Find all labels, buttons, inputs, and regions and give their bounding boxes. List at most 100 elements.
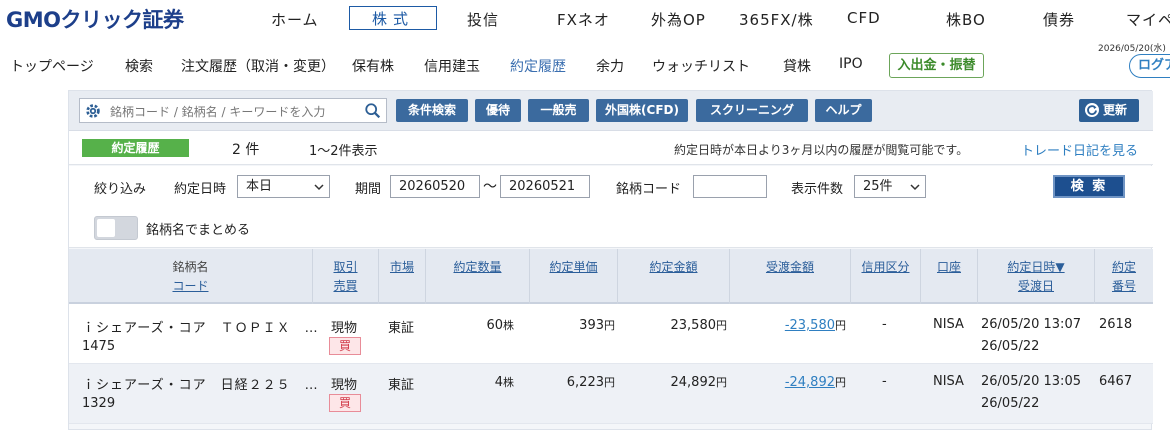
top-nav-fx-option[interactable]: 外為OP bbox=[651, 9, 706, 30]
execution-history-panel: 銘柄コード / 銘柄名 / キーワードを入力 条件検索 優待 一般売 外国株(C… bbox=[68, 90, 1153, 430]
per-page-value: 25件 bbox=[863, 179, 893, 194]
col-name-code: 銘柄名 コード bbox=[69, 249, 313, 304]
deposit-transfer-button[interactable]: 入出金・振替 bbox=[889, 53, 984, 78]
execution-date-value: 本日 bbox=[246, 179, 273, 194]
benefits-button[interactable]: 優待 bbox=[475, 99, 521, 122]
col-trade-type[interactable]: 取引 bbox=[313, 258, 378, 275]
col-amount-label[interactable]: 約定金額 bbox=[618, 258, 729, 275]
row-amount-unit: 円 bbox=[716, 376, 727, 389]
row-settle: -24,892円 bbox=[785, 374, 846, 390]
period-label: 期間 bbox=[355, 182, 382, 197]
per-page-select[interactable]: 25件 bbox=[854, 175, 926, 198]
sub-nav-ipo[interactable]: IPO bbox=[839, 56, 863, 72]
sub-nav-execution-history[interactable]: 約定履歴 bbox=[510, 56, 566, 76]
row-name[interactable]: ｉシェアーズ・コア ＴＯＰＩＸ … bbox=[82, 317, 319, 336]
col-settle-date-label[interactable]: 受渡日 bbox=[978, 277, 1094, 294]
col-price-label[interactable]: 約定単価 bbox=[530, 258, 617, 275]
help-button[interactable]: ヘルプ bbox=[815, 99, 872, 122]
col-settle-label[interactable]: 受渡金額 bbox=[730, 258, 850, 275]
col-credit-label[interactable]: 信用区分 bbox=[851, 258, 920, 275]
row-price: 6,223円 bbox=[567, 374, 615, 390]
row-qty: 60株 bbox=[486, 317, 514, 333]
screening-button[interactable]: スクリーニング bbox=[696, 99, 808, 122]
sub-nav-buying-power[interactable]: 余力 bbox=[596, 56, 624, 76]
period-separator: 〜 bbox=[483, 179, 497, 195]
trade-diary-link[interactable]: トレード日記を見る bbox=[1021, 140, 1138, 159]
top-nav-cfd[interactable]: CFD bbox=[847, 9, 881, 27]
row-price-value: 6,223 bbox=[566, 375, 604, 390]
row-settle-link[interactable]: -24,892 bbox=[785, 375, 835, 390]
search-icon[interactable] bbox=[364, 102, 382, 120]
row-settle-link[interactable]: -23,580 bbox=[785, 318, 835, 333]
foreign-stock-cfd-button[interactable]: 外国株(CFD) bbox=[596, 99, 688, 122]
col-account[interactable]: 口座 bbox=[921, 249, 978, 304]
row-qty-value: 60 bbox=[486, 318, 503, 333]
col-name: 銘柄名 bbox=[172, 260, 209, 274]
table-header: 銘柄名 コード 取引 売買 市場 約定数量 約定単価 約定金額 受渡金額 信用区… bbox=[69, 249, 1153, 304]
group-by-name-toggle[interactable] bbox=[94, 216, 138, 240]
top-nav-mypage[interactable]: マイペ bbox=[1126, 9, 1170, 30]
sub-nav-order-history[interactable]: 注文履歴（取消・変更） bbox=[181, 56, 335, 76]
logout-button[interactable]: ログア bbox=[1129, 54, 1170, 78]
col-settle[interactable]: 受渡金額 bbox=[730, 249, 851, 304]
chevron-down-icon bbox=[314, 184, 324, 191]
col-market[interactable]: 市場 bbox=[379, 249, 426, 304]
gear-icon[interactable] bbox=[84, 102, 102, 120]
row-amount-value: 23,580 bbox=[670, 318, 717, 333]
sub-nav-search[interactable]: 検索 bbox=[125, 56, 153, 76]
top-nav-fx-neo[interactable]: FXネオ bbox=[557, 9, 610, 30]
sub-nav-watchlist[interactable]: ウォッチリスト bbox=[652, 56, 750, 76]
top-nav-bonds[interactable]: 債券 bbox=[1043, 9, 1075, 30]
symbol-code-input[interactable] bbox=[693, 175, 767, 198]
period-from-input[interactable]: 20260520 bbox=[390, 175, 480, 198]
row-datetime: 26/05/20 13:05 bbox=[981, 374, 1081, 389]
top-nav-home[interactable]: ホーム bbox=[271, 9, 319, 30]
row-amount: 23,580円 bbox=[671, 317, 728, 333]
sub-nav-stock-lending[interactable]: 貸株 bbox=[783, 56, 811, 76]
row-number: 2618 bbox=[1099, 317, 1133, 332]
table-row: ｉシェアーズ・コア ＴＯＰＩＸ … 1475 現物 買 東証 60株 393円 … bbox=[69, 304, 1153, 364]
sub-nav-holdings[interactable]: 保有株 bbox=[352, 56, 394, 76]
condition-search-button[interactable]: 条件検索 bbox=[396, 99, 468, 122]
top-nav-365fx[interactable]: 365FX/株 bbox=[739, 9, 814, 30]
search-toolbar: 銘柄コード / 銘柄名 / キーワードを入力 条件検索 優待 一般売 外国株(C… bbox=[69, 91, 1153, 131]
stock-sub-nav: トップページ 検索 注文履歴（取消・変更） 保有株 信用建玉 約定履歴 余力 ウ… bbox=[0, 38, 1170, 90]
sub-nav-margin-positions[interactable]: 信用建玉 bbox=[424, 56, 480, 76]
symbol-search-box[interactable]: 銘柄コード / 銘柄名 / キーワードを入力 bbox=[79, 98, 387, 123]
period-to-input[interactable]: 20260521 bbox=[500, 175, 590, 198]
row-trade: 現物 bbox=[331, 378, 358, 393]
col-credit[interactable]: 信用区分 bbox=[851, 249, 921, 304]
global-header: GMOクリック証券 ホーム 株式 投信 FXネオ 外為OP 365FX/株 CF… bbox=[0, 0, 1170, 38]
col-number-label-1[interactable]: 約定 bbox=[1095, 258, 1153, 275]
col-qty[interactable]: 約定数量 bbox=[426, 249, 530, 304]
top-nav-funds[interactable]: 投信 bbox=[467, 9, 499, 30]
row-amount-unit: 円 bbox=[716, 319, 727, 332]
sub-nav-top[interactable]: トップページ bbox=[10, 56, 94, 76]
col-price[interactable]: 約定単価 bbox=[530, 249, 618, 304]
row-settle-unit: 円 bbox=[835, 319, 846, 332]
execution-date-label: 約定日時 bbox=[174, 182, 227, 197]
general-short-button[interactable]: 一般売 bbox=[528, 99, 589, 122]
row-account: NISA bbox=[933, 374, 964, 389]
top-nav-stock-bo[interactable]: 株BO bbox=[946, 9, 986, 30]
search-input[interactable]: 銘柄コード / 銘柄名 / キーワードを入力 bbox=[110, 103, 325, 120]
row-settle-unit: 円 bbox=[835, 376, 846, 389]
top-nav-stocks[interactable]: 株式 bbox=[349, 6, 437, 30]
table-row: ｉシェアーズ・コア 日経２２５ … 1329 現物 買 東証 4株 6,223円… bbox=[69, 364, 1153, 424]
filter-search-button[interactable]: 検 索 bbox=[1053, 175, 1125, 198]
col-number-label-2[interactable]: 番号 bbox=[1095, 277, 1153, 294]
execution-date-select[interactable]: 本日 bbox=[237, 175, 330, 198]
col-market-label[interactable]: 市場 bbox=[379, 258, 425, 275]
col-amount[interactable]: 約定金額 bbox=[618, 249, 730, 304]
top-nav: ホーム 株式 投信 FXネオ 外為OP 365FX/株 CFD 株BO 債券 マ… bbox=[0, 0, 1170, 38]
row-price-unit: 円 bbox=[604, 376, 615, 389]
row-name[interactable]: ｉシェアーズ・コア 日経２２５ … bbox=[82, 374, 319, 393]
refresh-button[interactable]: 更新 bbox=[1079, 99, 1139, 122]
row-settle-date: 26/05/22 bbox=[981, 396, 1040, 411]
col-account-label[interactable]: 口座 bbox=[921, 258, 977, 275]
refresh-icon bbox=[1085, 103, 1099, 117]
col-datetime-label[interactable]: 約定日時▼ bbox=[978, 258, 1094, 275]
col-code[interactable]: コード bbox=[69, 277, 312, 294]
col-qty-label[interactable]: 約定数量 bbox=[426, 258, 529, 275]
col-side[interactable]: 売買 bbox=[313, 277, 378, 294]
